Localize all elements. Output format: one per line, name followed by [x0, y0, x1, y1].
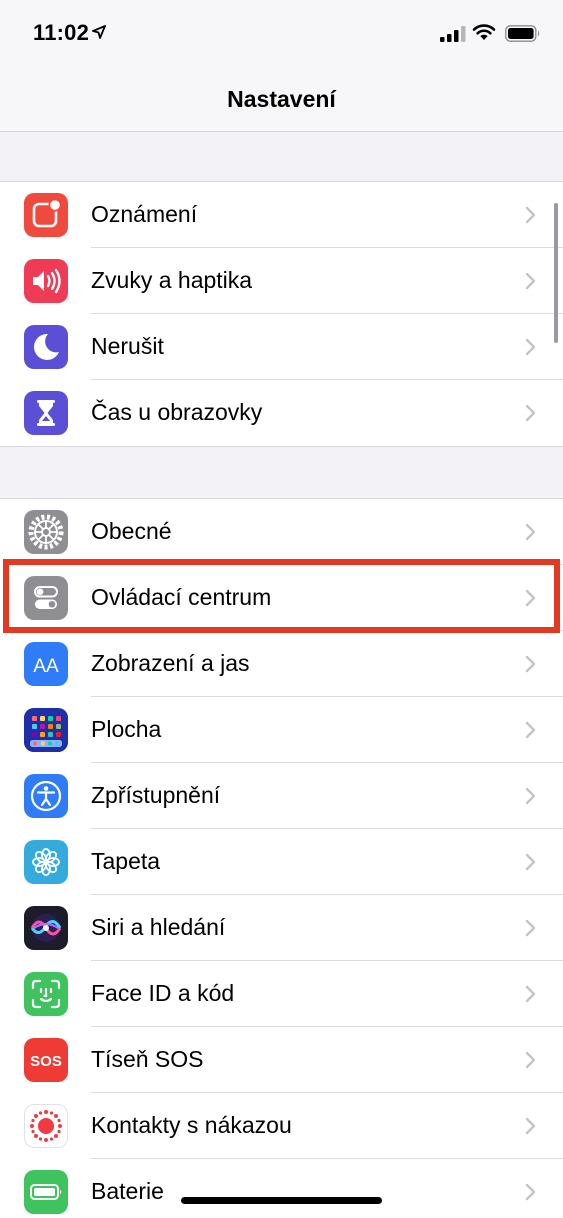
chevron-right-icon: [525, 655, 536, 673]
settings-row-label: Zpřístupnění: [91, 782, 221, 808]
svg-text:AA: AA: [33, 656, 59, 677]
highlight-annotation-box: [3, 559, 560, 633]
chevron-right-icon: [525, 985, 536, 1003]
wifi-icon: [472, 24, 496, 40]
location-arrow-icon: [92, 25, 106, 39]
battery-icon: [24, 1170, 68, 1214]
settings-row-emergency-sos[interactable]: SOS Tíseň SOS: [0, 1027, 563, 1093]
face-id-icon: [24, 972, 68, 1016]
settings-row-general[interactable]: Obecné: [0, 499, 563, 565]
chevron-right-icon: [525, 1117, 536, 1135]
home-indicator[interactable]: [181, 1197, 382, 1204]
settings-row-screen-time[interactable]: Čas u obrazovky: [0, 380, 563, 446]
chevron-right-icon: [525, 206, 536, 224]
navigation-bar: Nastavení: [0, 68, 563, 132]
chevron-right-icon: [525, 853, 536, 871]
chevron-right-icon: [525, 721, 536, 739]
settings-row-do-not-disturb[interactable]: Nerušit: [0, 314, 563, 380]
settings-row-face-id[interactable]: Face ID a kód: [0, 961, 563, 1027]
settings-row-exposure-notifications[interactable]: Kontakty s nákazou: [0, 1093, 563, 1159]
wallpaper-flower-icon: [24, 840, 68, 884]
settings-row-label: Zvuky a haptika: [91, 267, 253, 293]
settings-row-label: Oznámení: [91, 201, 198, 227]
status-bar: 11:02: [0, 0, 563, 68]
scroll-indicator[interactable]: [554, 203, 558, 343]
settings-group-1: Oznámení Zvuky a haptika Nerušit Čas u o…: [0, 181, 563, 447]
home-screen-grid-icon: [24, 708, 68, 752]
settings-row-siri-search[interactable]: Siri a hledání: [0, 895, 563, 961]
settings-row-label: Siri a hledání: [91, 914, 226, 940]
exposure-notification-icon: [24, 1104, 68, 1148]
page-title: Nastavení: [227, 86, 336, 112]
settings-row-sounds[interactable]: Zvuky a haptika: [0, 248, 563, 314]
chevron-right-icon: [525, 1051, 536, 1069]
speaker-icon: [24, 259, 68, 303]
notifications-icon: [24, 193, 68, 237]
settings-row-label: Plocha: [91, 716, 162, 742]
chevron-right-icon: [525, 338, 536, 356]
svg-text:SOS: SOS: [30, 1053, 62, 1070]
settings-row-label: Nerušit: [91, 333, 164, 359]
moon-icon: [24, 325, 68, 369]
battery-icon: [505, 25, 540, 42]
settings-row-label: Kontakty s nákazou: [91, 1112, 292, 1138]
chevron-right-icon: [525, 523, 536, 541]
settings-row-accessibility[interactable]: Zpřístupnění: [0, 763, 563, 829]
settings-row-battery[interactable]: Baterie: [0, 1159, 563, 1218]
chevron-right-icon: [525, 272, 536, 290]
settings-row-wallpaper[interactable]: Tapeta: [0, 829, 563, 895]
settings-row-label: Baterie: [91, 1178, 164, 1204]
chevron-right-icon: [525, 787, 536, 805]
siri-icon: [24, 906, 68, 950]
settings-row-notifications[interactable]: Oznámení: [0, 182, 563, 248]
hourglass-icon: [24, 391, 68, 435]
settings-row-label: Tapeta: [91, 848, 161, 874]
gear-icon: [24, 510, 68, 554]
settings-row-label: Tíseň SOS: [91, 1046, 204, 1072]
settings-row-home-screen[interactable]: Plocha: [0, 697, 563, 763]
status-time: 11:02: [33, 20, 90, 45]
chevron-right-icon: [525, 404, 536, 422]
chevron-right-icon: [525, 919, 536, 937]
text-size-icon: AA: [24, 642, 68, 686]
settings-row-label: Čas u obrazovky: [91, 399, 263, 425]
sos-icon: SOS: [24, 1038, 68, 1082]
chevron-right-icon: [525, 1183, 536, 1201]
accessibility-icon: [24, 774, 68, 818]
settings-row-label: Face ID a kód: [91, 980, 235, 1006]
settings-row-label: Zobrazení a jas: [91, 650, 250, 676]
settings-row-label: Obecné: [91, 518, 172, 544]
cellular-signal-icon: [440, 26, 466, 42]
settings-row-display-brightness[interactable]: AA Zobrazení a jas: [0, 631, 563, 697]
